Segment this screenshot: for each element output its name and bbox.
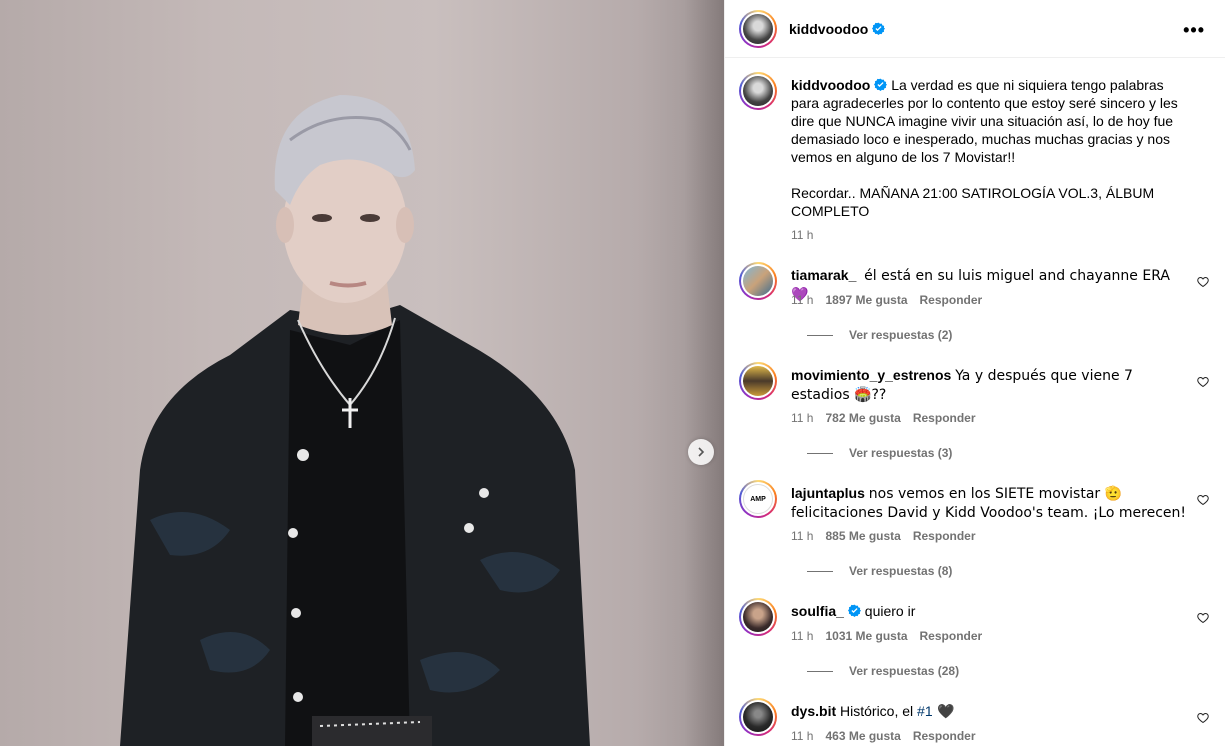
caption-avatar[interactable] — [739, 72, 777, 110]
caption-time[interactable]: 11 h — [791, 228, 813, 242]
hashtag-link[interactable]: #1 — [917, 703, 933, 719]
comment-username[interactable]: movimiento_y_estrenos — [791, 367, 951, 383]
reply-button[interactable]: Responder — [913, 411, 976, 425]
post-photo-illustration — [120, 95, 590, 746]
comment-time[interactable]: 11 h — [791, 293, 813, 307]
commenter-avatar[interactable] — [739, 262, 777, 300]
reply-button[interactable]: Responder — [913, 529, 976, 543]
heart-icon[interactable] — [1197, 276, 1209, 288]
verified-badge-icon — [874, 78, 888, 91]
comment-likes[interactable]: 1897 Me gusta — [825, 293, 907, 307]
reply-button[interactable]: Responder — [913, 729, 976, 743]
commenter-avatar[interactable]: AMP — [739, 480, 777, 518]
comment-text-end: 🖤 — [932, 704, 955, 720]
comment-item: dys.bit Histórico, el #1 🖤 11 h 463 Me gu… — [739, 698, 1209, 746]
reply-button[interactable]: Responder — [920, 629, 983, 643]
view-replies-button[interactable]: Ver respuestas (2) — [807, 328, 952, 342]
post-side-panel: kiddvoodoo ••• kiddvoodoo La verdad es q… — [724, 0, 1225, 746]
more-options-icon[interactable]: ••• — [1183, 20, 1205, 41]
post-image[interactable] — [0, 0, 724, 746]
comment-item: AMP lajuntaplus nos vemos en los SIETE m… — [739, 480, 1209, 580]
comment-item: soulfia_ quiero ir 11 h 1031 Me gusta Resp… — [739, 598, 1209, 680]
view-replies-button[interactable]: Ver respuestas (28) — [807, 664, 959, 678]
heart-icon[interactable] — [1197, 494, 1209, 506]
heart-icon[interactable] — [1197, 712, 1209, 724]
comment-likes[interactable]: 885 Me gusta — [825, 529, 900, 543]
verified-badge-icon — [847, 604, 861, 617]
comment-username[interactable]: lajuntaplus — [791, 485, 865, 501]
commenter-avatar[interactable] — [739, 698, 777, 736]
next-image-button[interactable] — [688, 439, 714, 465]
comment-username[interactable]: soulfia_ — [791, 603, 844, 619]
author-username[interactable]: kiddvoodoo — [789, 21, 868, 37]
comment-text: Histórico, el — [840, 703, 918, 719]
comment-text: quiero ir — [864, 603, 916, 619]
caption-username[interactable]: kiddvoodoo — [791, 77, 870, 93]
view-replies-button[interactable]: Ver respuestas (8) — [807, 564, 952, 578]
comment-username[interactable]: dys.bit — [791, 703, 836, 719]
comment-time[interactable]: 11 h — [791, 529, 813, 543]
comment-likes[interactable]: 463 Me gusta — [825, 729, 900, 743]
commenter-avatar[interactable] — [739, 598, 777, 636]
author-avatar[interactable] — [739, 9, 777, 48]
comment-likes[interactable]: 782 Me gusta — [825, 411, 900, 425]
commenter-avatar[interactable] — [739, 362, 777, 400]
comment-item: movimiento_y_estrenos Ya y después que v… — [739, 362, 1209, 462]
comment-username[interactable]: tiamarak_ — [791, 267, 856, 283]
heart-icon[interactable] — [1197, 376, 1209, 388]
view-replies-button[interactable]: Ver respuestas (3) — [807, 446, 952, 460]
verified-badge-icon — [872, 22, 886, 35]
comment-time[interactable]: 11 h — [791, 729, 813, 743]
post-caption: kiddvoodoo La verdad es que ni siquiera … — [739, 72, 1209, 244]
chevron-right-icon — [698, 447, 705, 457]
comment-time[interactable]: 11 h — [791, 629, 813, 643]
post-header: kiddvoodoo ••• — [725, 0, 1225, 58]
comment-item: tiamarak_ él está en su luis miguel and … — [739, 262, 1209, 352]
comment-time[interactable]: 11 h — [791, 411, 813, 425]
reply-button[interactable]: Responder — [920, 293, 983, 307]
caption-text-2: Recordar.. MAÑANA 21:00 SATIROLOGÍA VOL.… — [791, 185, 1155, 219]
comment-likes[interactable]: 1031 Me gusta — [825, 629, 907, 643]
heart-icon[interactable] — [1197, 612, 1209, 624]
